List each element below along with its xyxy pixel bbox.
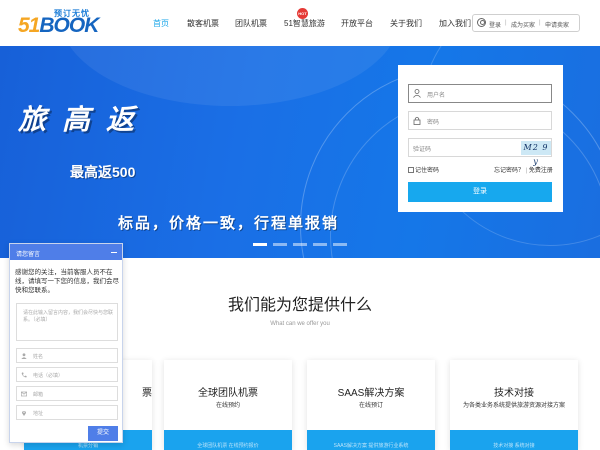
become-buyer-link[interactable]: 成为买家 — [511, 20, 535, 29]
username-input[interactable]: 用户名 — [408, 84, 552, 103]
phone-icon — [21, 372, 27, 378]
card-title: 技术对接 — [494, 388, 534, 399]
carousel-dot[interactable] — [273, 243, 287, 246]
carousel-dots — [253, 243, 349, 247]
chat-widget: 请您留言 感谢您的关注，当前客服人员不在线，请填写一下您的信息，我们会尽快和您联… — [9, 243, 123, 443]
service-card[interactable]: 全球团队机票 在线预约 全球团队机票 在线预约报价 — [164, 360, 292, 450]
card-bar-text: 技术对接 系统对接 — [493, 443, 535, 449]
nav-about[interactable]: 关于我们 — [390, 18, 422, 29]
account-box: 登录 | 成为买家 | 申请卖家 — [472, 14, 580, 32]
nav-home[interactable]: 首页 — [153, 18, 169, 29]
card-title: 全球团队机票 — [198, 388, 258, 399]
logo[interactable]: 预订无忧 51BOOK — [18, 8, 104, 38]
apply-seller-link[interactable]: 申请卖家 — [545, 20, 569, 29]
card-desc: 在线预约 — [215, 403, 240, 409]
nav-open-platform[interactable]: 开放平台 — [341, 18, 373, 29]
card-bar-text: 全球团队机票 在线预约报价 — [197, 443, 259, 449]
nav-smart-travel[interactable]: 51智慧旅游 — [284, 18, 325, 29]
chat-address-input[interactable]: 地址 — [16, 405, 118, 420]
minimize-icon[interactable] — [111, 247, 117, 253]
remember-checkbox[interactable] — [408, 167, 414, 173]
chat-phone-input[interactable]: 电话（必填） — [16, 367, 118, 382]
location-icon — [22, 411, 26, 416]
captcha-input[interactable]: 验证码 M2 9 y — [408, 138, 552, 166]
site-header: 预订无忧 51BOOK 首页 散客机票 团队机票 HOT 51智慧旅游 开放平台… — [0, 0, 600, 46]
forgot-password-link[interactable]: 忘记密码？ — [494, 168, 524, 174]
logo-brand: 51BOOK — [18, 14, 99, 37]
banner-title: 旅高返 — [18, 104, 151, 135]
login-panel: 用户名 密码 验证码 M2 9 y 记住密码 忘记密码？ | 免费注册 登录 — [398, 65, 563, 212]
chat-title: 请您留言 — [16, 252, 41, 258]
user-icon — [413, 89, 421, 98]
carousel-dot[interactable] — [253, 243, 267, 246]
carousel-dot[interactable] — [333, 243, 347, 246]
chat-email-input[interactable]: 邮箱 — [16, 386, 118, 401]
nav-group-tickets[interactable]: 团队机票 — [235, 18, 267, 29]
auth-links: 忘记密码？ | 免费注册 — [494, 168, 553, 174]
carousel-dot[interactable] — [313, 243, 327, 246]
carousel-dot[interactable] — [293, 243, 307, 246]
banner-subtitle: 最高返500 — [70, 164, 136, 180]
mail-icon — [21, 391, 27, 397]
card-desc: 在线预订 — [358, 403, 383, 409]
lock-icon — [413, 116, 421, 125]
banner-slogan: 标品，价格一致，行程单报销 — [118, 215, 340, 232]
service-card[interactable]: 技术对接 为各类业务系统提供旅游资源对接方案 技术对接 系统对接 — [450, 360, 578, 450]
register-link[interactable]: 免费注册 — [529, 168, 553, 174]
chat-submit-button[interactable]: 提交 — [88, 426, 118, 441]
card-title: SAAS解决方案 — [337, 388, 405, 399]
login-link[interactable]: 登录 — [489, 20, 501, 29]
person-icon — [21, 353, 27, 359]
nav-individual-tickets[interactable]: 散客机票 — [187, 18, 219, 29]
remember-password[interactable]: 记住密码 — [408, 165, 439, 174]
chat-name-input[interactable]: 姓名 — [16, 348, 118, 363]
card-desc: 为各类业务系统提供旅游资源对接方案 — [462, 403, 565, 409]
password-input[interactable]: 密码 — [408, 111, 552, 130]
captcha-image[interactable]: M2 9 y — [521, 141, 551, 166]
card-bar-text: SAAS解决方案 提供旅游行业系统 — [333, 443, 409, 449]
chat-textarea[interactable]: 请在此输入留言内容，我们会尽快与您联系。（必填） — [16, 303, 118, 341]
card-bar-text: 机票分销 — [77, 443, 98, 449]
nav-join[interactable]: 加入我们 — [439, 18, 471, 29]
chat-header[interactable]: 请您留言 — [10, 244, 122, 260]
user-icon — [477, 18, 486, 27]
chat-message: 感谢您的关注，当前客服人员不在线，请填写一下您的信息，我们会尽快和您联系。 — [15, 269, 119, 294]
service-card[interactable]: SAAS解决方案 在线预订 SAAS解决方案 提供旅游行业系统 — [307, 360, 435, 450]
login-button[interactable]: 登录 — [408, 182, 552, 202]
